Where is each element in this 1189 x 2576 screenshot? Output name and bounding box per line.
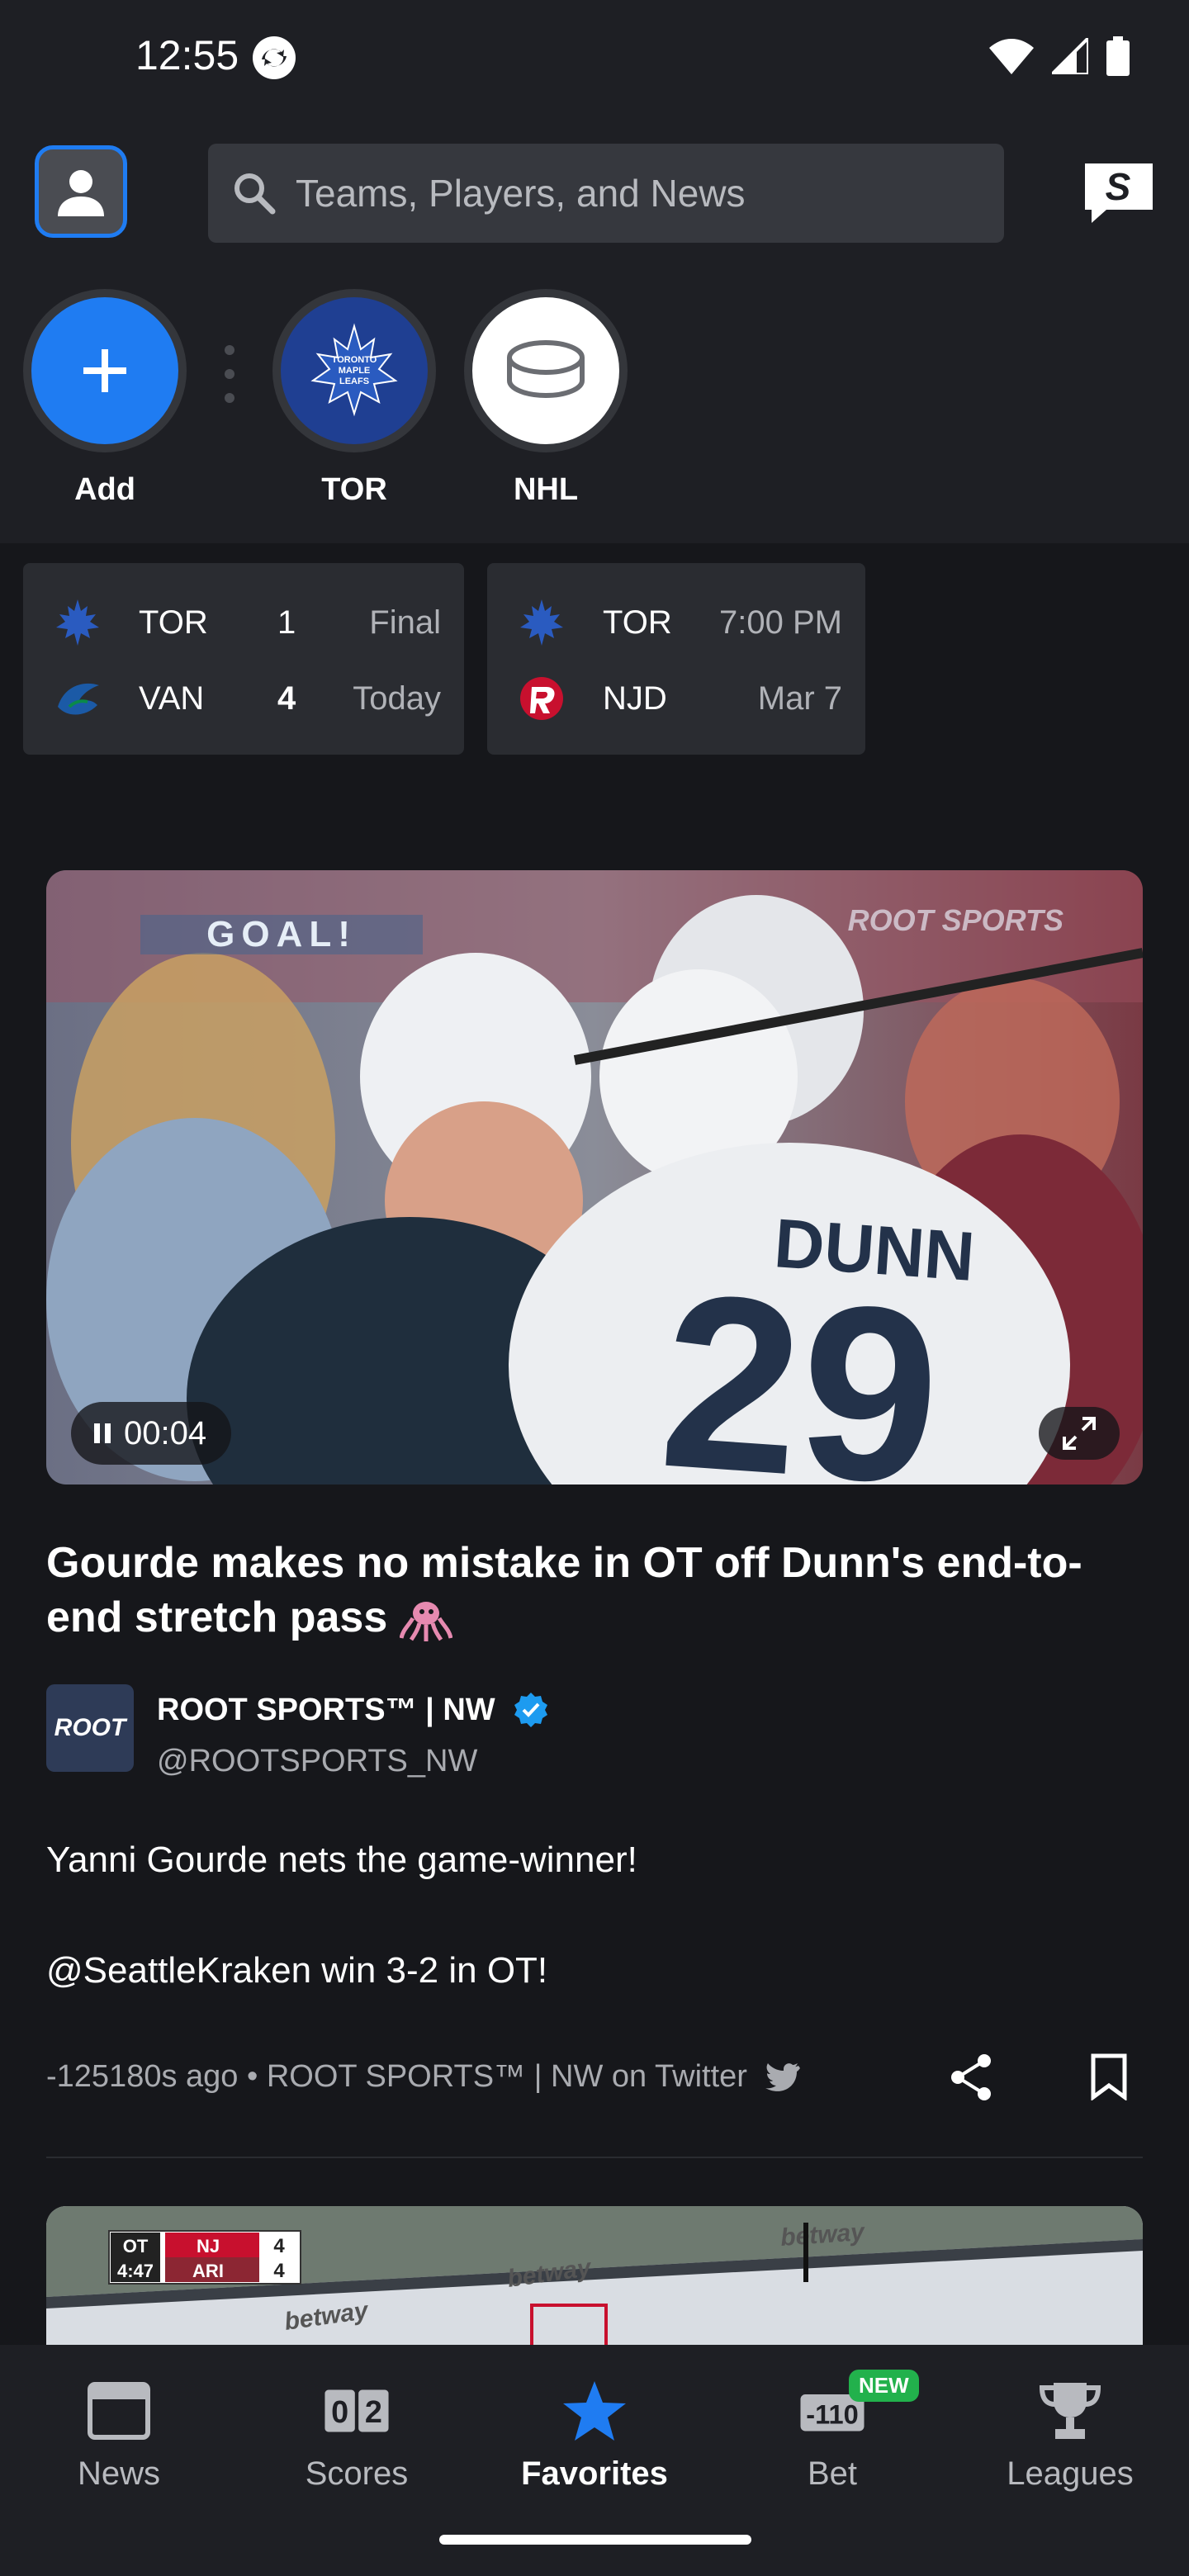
article-body-line: Yanni Gourde nets the game-winner! [46,1840,637,1880]
game-status: Today [353,680,441,717]
favorite-label: Add [74,472,135,507]
maple-leafs-logo: TORONTO MAPLE LEAFS [272,289,436,452]
search-icon [234,173,276,215]
game-status: Final [369,604,441,641]
team-abbr: TOR [139,604,208,641]
signal-icon [1052,38,1088,74]
favorite-label: NHL [513,472,579,507]
nav-favorites[interactable]: Favorites [495,2378,694,2493]
article-meta: -125180s ago • ROOT SPORTS™ | NW on Twit… [46,2059,800,2095]
hockey-puck-icon [464,289,628,452]
nav-label: News [77,2455,161,2492]
team-abbr: NJD [603,680,667,717]
favorite-label: TOR [321,472,387,507]
header: Teams, Players, and News S Add TORONTO M… [0,116,1189,543]
article-headline[interactable]: Gourde makes no mistake in OT off Dunn's… [46,1536,1120,1645]
svg-text:NJ: NJ [197,2236,220,2256]
score-card[interactable]: TOR 7:00 PM NJD Mar 7 [487,563,865,755]
user-icon [58,170,104,216]
team-abbr: TOR [603,604,672,641]
nav-label: Bet [807,2455,858,2492]
svg-text:S: S [1106,165,1131,208]
video-player[interactable]: DUNN 29 GOAL! ROOT SPORTS 00:04 [46,870,1143,1485]
team-score: 1 [277,604,296,641]
canucks-logo [58,683,99,715]
game-status: Mar 7 [757,680,842,717]
star-icon [561,2378,628,2444]
verified-badge-icon [514,1693,547,1727]
score-row: TOR 7:00 PM [487,598,865,647]
share-icon[interactable] [948,2053,994,2102]
nav-leagues[interactable]: Leagues [971,2378,1169,2493]
video-frame: DUNN 29 [46,870,1143,1485]
svg-text:ARI: ARI [192,2261,224,2281]
maple-leafs-logo [56,599,99,646]
author-name[interactable]: ROOT SPORTS™ | NW [157,1693,495,1728]
score-row: TOR 1 Final [23,598,464,647]
favorites-divider [221,345,238,403]
team-score: 4 [277,680,296,717]
expand-icon [1063,1417,1096,1450]
goal-banner: GOAL! [140,914,423,954]
nav-label: Favorites [521,2455,668,2492]
nav-scores[interactable]: 0 2 Scores [258,2378,456,2493]
video-elapsed: 00:04 [124,1414,207,1451]
svg-text:4:47: 4:47 [117,2261,154,2281]
kraken-emoji-icon [399,1602,452,1642]
maple-leafs-logo [520,599,563,646]
search-input[interactable]: Teams, Players, and News [208,144,1004,243]
team-abbr: VAN [139,680,205,717]
svg-text:4: 4 [273,2235,285,2257]
article-body-line: @SeattleKraken win 3-2 in OT! [46,1950,548,1991]
svg-text:TORONTO: TORONTO [332,355,377,365]
svg-text:4: 4 [273,2260,285,2282]
new-badge: NEW [849,2370,919,2402]
news-icon [86,2378,152,2444]
status-time: 12:55 [135,32,239,78]
jersey-number: 29 [654,1241,948,1485]
svg-text:-110: -110 [806,2399,858,2430]
battery-icon [1106,36,1130,76]
twitter-icon [765,2062,800,2091]
fullscreen-button[interactable] [1039,1407,1120,1460]
score-card[interactable]: TOR 1 Final VAN 4 Today [23,563,464,755]
wifi-icon [989,39,1034,74]
favorite-nhl[interactable]: NHL [464,289,628,508]
svg-text:OT: OT [123,2236,149,2256]
devils-logo [520,677,563,720]
chat-icon[interactable]: S [1082,160,1156,226]
favorite-tor[interactable]: TORONTO MAPLE LEAFS TOR [272,289,436,508]
bookmark-icon[interactable] [1090,2053,1128,2100]
next-video-thumbnail: betway betway betway OT 4:47 NJ ARI 4 4 [46,2206,1143,2355]
gesture-bar [439,2535,751,2545]
nav-bet[interactable]: -110 NEW Bet [733,2370,931,2493]
search-placeholder: Teams, Players, and News [296,172,746,215]
scores-icon: 0 2 [324,2378,390,2444]
sync-icon [253,36,296,79]
author-handle: @ROOTSPORTS_NW [157,1744,478,1778]
svg-text:2: 2 [365,2395,382,2430]
svg-text:0: 0 [331,2395,348,2430]
svg-text:LEAFS: LEAFS [339,376,369,386]
root-sports-watermark: ROOT SPORTS [847,903,1063,937]
score-row: NJD Mar 7 [487,674,865,723]
author-avatar[interactable]: ROOT [46,1684,134,1772]
status-bar: 12:55 [0,0,1189,116]
nav-label: Leagues [1007,2455,1134,2492]
favorite-add[interactable]: Add [23,289,187,508]
pause-icon [94,1423,111,1443]
divider [46,2157,1143,2158]
plus-icon [23,289,187,452]
score-row: VAN 4 Today [23,674,464,723]
play-pause-button[interactable]: 00:04 [71,1402,232,1465]
nav-news[interactable]: News [20,2378,218,2493]
svg-text:MAPLE: MAPLE [339,366,371,376]
next-video-card[interactable]: betway betway betway OT 4:47 NJ ARI 4 4 [46,2206,1143,2355]
profile-button[interactable] [35,145,127,238]
game-status: 7:00 PM [719,604,842,641]
trophy-icon [1037,2378,1103,2444]
nav-label: Scores [305,2455,409,2492]
